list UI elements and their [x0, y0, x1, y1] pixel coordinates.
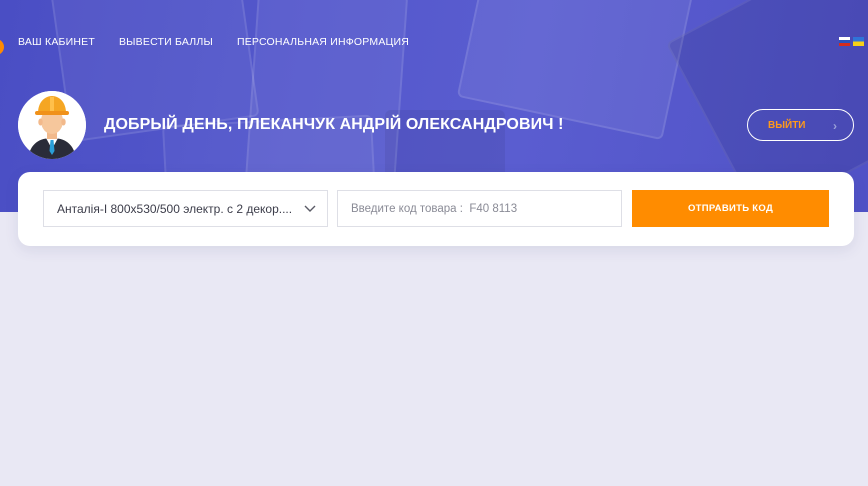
top-navigation: ВАШ КАБИНЕТ ВЫВЕСТИ БАЛЛЫ ПЕРСОНАЛЬНАЯ И… — [18, 36, 433, 48]
nav-item-cabinet[interactable]: ВАШ КАБИНЕТ — [18, 36, 95, 48]
product-select[interactable]: Анталія-I 800x530/500 электр. с 2 декор.… — [43, 190, 328, 227]
nav-item-personal-info[interactable]: ПЕРСОНАЛЬНАЯ ИНФОРМАЦИЯ — [237, 36, 409, 48]
product-code-input[interactable] — [337, 190, 622, 227]
builder-avatar-icon — [18, 91, 86, 159]
logo-fragment[interactable] — [0, 39, 4, 55]
chevron-right-icon: › — [833, 119, 837, 133]
logout-label: ВЫЙТИ — [768, 119, 806, 131]
product-code-panel: Анталія-I 800x530/500 электр. с 2 декор.… — [18, 172, 854, 246]
submit-code-button[interactable]: ОТПРАВИТЬ КОД — [632, 190, 829, 227]
flag-ua-icon[interactable] — [853, 37, 864, 46]
chevron-down-icon — [303, 201, 317, 218]
flag-ru-icon[interactable] — [839, 37, 850, 46]
greeting-heading: ДОБРЫЙ ДЕНЬ, ПЛЕКАНЧУК АНДРІЙ ОЛЕКСАНДРО… — [104, 116, 564, 133]
product-select-value: Анталія-I 800x530/500 электр. с 2 декор.… — [57, 201, 293, 216]
nav-item-withdraw-points[interactable]: ВЫВЕСТИ БАЛЛЫ — [119, 36, 213, 48]
language-switcher — [839, 37, 864, 46]
logout-button[interactable]: ВЫЙТИ › — [747, 109, 854, 141]
